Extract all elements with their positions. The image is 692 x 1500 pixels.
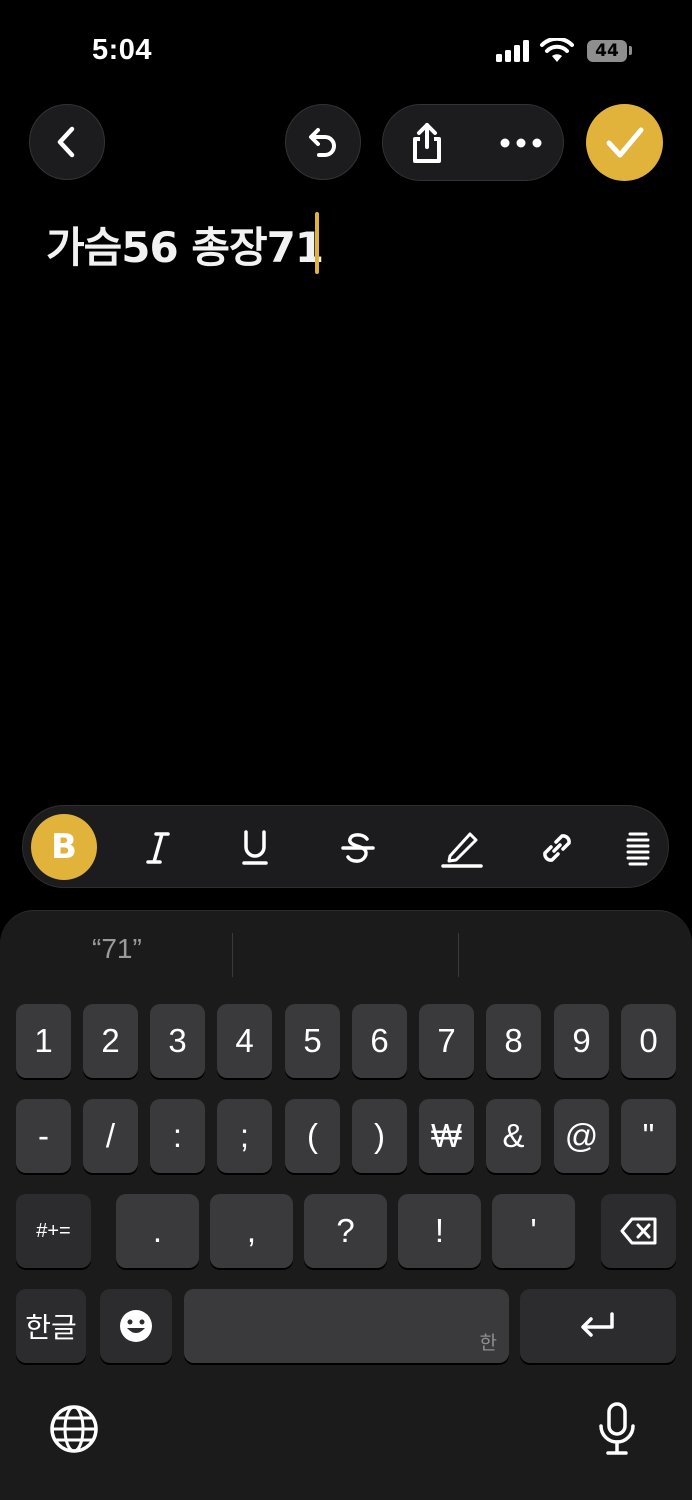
- note-text[interactable]: 가슴56 총장71: [46, 214, 324, 275]
- formatting-toolbar: B: [22, 805, 669, 888]
- space-key-hint: 한: [479, 1332, 497, 1354]
- key-hyphen[interactable]: -: [16, 1099, 71, 1173]
- text-lines-icon: [626, 832, 650, 865]
- key-exclamation[interactable]: !: [398, 1194, 481, 1268]
- back-button[interactable]: [29, 104, 105, 180]
- share-button[interactable]: [397, 113, 457, 173]
- language-key[interactable]: 한글: [16, 1289, 86, 1363]
- battery-level: 44: [595, 41, 619, 61]
- return-icon: [581, 1312, 614, 1337]
- key-0[interactable]: 0: [621, 1004, 676, 1078]
- key-period[interactable]: .: [116, 1194, 199, 1268]
- key-8[interactable]: 8: [486, 1004, 541, 1078]
- checkmark-icon: [606, 127, 643, 157]
- undo-icon: [309, 128, 336, 157]
- highlight-button[interactable]: [427, 806, 497, 889]
- key-5[interactable]: 5: [285, 1004, 340, 1078]
- globe-icon: [50, 1405, 98, 1453]
- underline-icon: [242, 829, 268, 865]
- cellular-signal-icon: [496, 40, 530, 62]
- key-4[interactable]: 4: [217, 1004, 272, 1078]
- suggestion-divider: [458, 933, 459, 977]
- strikethrough-button[interactable]: [323, 806, 393, 889]
- paragraph-style-button[interactable]: [616, 806, 660, 889]
- battery-nub: [629, 46, 632, 55]
- bold-icon: B: [51, 827, 77, 867]
- key-question[interactable]: ?: [304, 1194, 387, 1268]
- emoji-icon: [120, 1310, 152, 1342]
- highlighter-icon: [441, 832, 483, 868]
- actions-pill: [382, 104, 564, 181]
- wifi-icon: [540, 38, 574, 62]
- suggestion-item[interactable]: “71”: [92, 933, 142, 965]
- chevron-left-icon: [57, 126, 75, 158]
- key-quote[interactable]: ": [621, 1099, 676, 1173]
- text-cursor: [315, 212, 319, 274]
- key-won[interactable]: ₩: [419, 1099, 474, 1173]
- key-slash[interactable]: /: [83, 1099, 138, 1173]
- share-icon: [413, 123, 441, 163]
- italic-button[interactable]: [123, 806, 193, 889]
- key-1[interactable]: 1: [16, 1004, 71, 1078]
- suggestion-divider: [232, 933, 233, 977]
- underline-button[interactable]: [220, 806, 290, 889]
- undo-button[interactable]: [285, 104, 361, 180]
- delete-key[interactable]: [601, 1194, 676, 1268]
- space-key[interactable]: 한: [184, 1289, 509, 1363]
- globe-button[interactable]: [48, 1403, 102, 1457]
- key-open-paren[interactable]: (: [285, 1099, 340, 1173]
- key-colon[interactable]: :: [150, 1099, 205, 1173]
- status-time: 5:04: [92, 34, 153, 66]
- done-button[interactable]: [586, 104, 663, 181]
- more-button[interactable]: [491, 113, 551, 173]
- emoji-key[interactable]: [100, 1289, 172, 1363]
- link-button[interactable]: [522, 806, 592, 889]
- more-icon: [500, 138, 542, 148]
- battery-indicator: 44: [587, 40, 627, 62]
- key-comma[interactable]: ,: [210, 1194, 293, 1268]
- strikethrough-icon: [341, 832, 375, 863]
- microphone-icon: [599, 1402, 635, 1455]
- italic-icon: [146, 831, 170, 864]
- return-key[interactable]: [520, 1289, 676, 1363]
- key-semicolon[interactable]: ;: [217, 1099, 272, 1173]
- backspace-icon: [620, 1217, 656, 1245]
- key-6[interactable]: 6: [352, 1004, 407, 1078]
- key-7[interactable]: 7: [419, 1004, 474, 1078]
- key-at[interactable]: @: [554, 1099, 609, 1173]
- key-2[interactable]: 2: [83, 1004, 138, 1078]
- key-3[interactable]: 3: [150, 1004, 205, 1078]
- keyboard: “71” 1 2 3 4 5 6 7 8 9 0 - / : ; ( ) ₩ &…: [0, 910, 692, 1500]
- key-apostrophe[interactable]: ': [492, 1194, 575, 1268]
- key-close-paren[interactable]: ): [352, 1099, 407, 1173]
- key-9[interactable]: 9: [554, 1004, 609, 1078]
- bold-button[interactable]: B: [31, 814, 97, 880]
- dictation-button[interactable]: [596, 1401, 640, 1461]
- symbols-key[interactable]: #+=: [16, 1194, 91, 1268]
- link-icon: [543, 833, 571, 862]
- key-ampersand[interactable]: &: [486, 1099, 541, 1173]
